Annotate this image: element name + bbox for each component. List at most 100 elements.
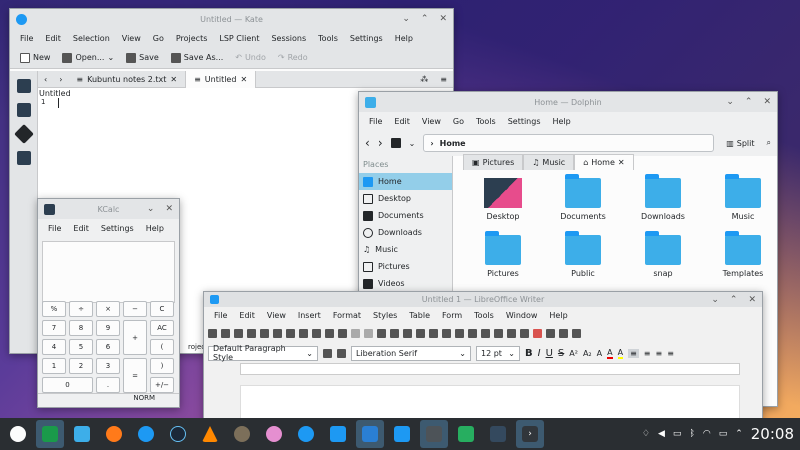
menu-file[interactable]: File xyxy=(42,224,67,233)
menu-help[interactable]: Help xyxy=(547,117,577,126)
menu-window[interactable]: Window xyxy=(500,311,544,320)
redo-button[interactable]: ↷ Redo xyxy=(274,49,312,67)
close-tab-icon[interactable]: ✕ xyxy=(170,75,177,84)
back-icon[interactable]: ‹ xyxy=(365,136,370,150)
paste-icon[interactable] xyxy=(312,329,321,338)
insert-table-icon[interactable] xyxy=(416,329,425,338)
minimize-icon[interactable]: ⌄ xyxy=(711,295,719,305)
italic-icon[interactable]: I xyxy=(538,348,541,359)
task-kcalc[interactable] xyxy=(420,420,448,448)
file-item-downloads[interactable]: Downloads xyxy=(623,174,703,235)
documents-icon[interactable] xyxy=(17,79,31,93)
tab-untitled[interactable]: ≡ Untitled ✕ xyxy=(186,70,257,88)
menu-sessions[interactable]: Sessions xyxy=(265,34,312,43)
search-icon[interactable]: ⌕ xyxy=(767,138,771,148)
place-documents[interactable]: Documents xyxy=(359,207,452,224)
place-pictures[interactable]: Pictures xyxy=(359,258,452,275)
key-close-paren[interactable]: ) xyxy=(150,358,174,374)
task-system-monitor[interactable] xyxy=(36,420,64,448)
document-page[interactable] xyxy=(240,385,740,420)
tab-kubuntu-notes[interactable]: ≡ Kubuntu notes 2.txt ✕ xyxy=(68,70,187,88)
menu-view[interactable]: View xyxy=(416,117,447,126)
open-button[interactable]: Open... ⌄ xyxy=(58,49,118,67)
close-icon[interactable]: ✕ xyxy=(165,204,173,214)
redo-icon[interactable] xyxy=(364,329,373,338)
key-decimal[interactable]: . xyxy=(96,377,120,393)
key-4[interactable]: 4 xyxy=(42,339,66,355)
tab-pictures[interactable]: ▣ Pictures xyxy=(463,154,524,170)
file-item-documents[interactable]: Documents xyxy=(543,174,623,235)
insert-page-break-icon[interactable] xyxy=(468,329,477,338)
task-app-bag[interactable] xyxy=(388,420,416,448)
font-color-icon[interactable]: A xyxy=(607,348,613,359)
strikethrough-icon[interactable]: S xyxy=(558,348,564,359)
menu-file[interactable]: File xyxy=(363,117,388,126)
save-as-button[interactable]: Save As... xyxy=(167,49,227,67)
battery-icon[interactable]: ▭ xyxy=(719,429,728,439)
key-divide[interactable]: ÷ xyxy=(69,301,93,317)
clone-formatting-icon[interactable] xyxy=(325,329,334,338)
place-videos[interactable]: Videos xyxy=(359,275,452,292)
menu-file[interactable]: File xyxy=(208,311,233,320)
key-multiply[interactable]: × xyxy=(96,301,120,317)
menu-tools[interactable]: Tools xyxy=(468,311,500,320)
task-terminal[interactable]: › xyxy=(516,420,544,448)
place-home[interactable]: Home xyxy=(359,173,452,190)
export-pdf-icon[interactable] xyxy=(247,329,256,338)
insert-image-icon[interactable] xyxy=(429,329,438,338)
key-3[interactable]: 3 xyxy=(96,358,120,374)
menu-insert[interactable]: Insert xyxy=(292,311,327,320)
key-percent[interactable]: % xyxy=(42,301,66,317)
application-launcher[interactable] xyxy=(4,420,32,448)
menu-format[interactable]: Format xyxy=(327,311,367,320)
key-open-paren[interactable]: ( xyxy=(150,339,174,355)
file-item-pictures[interactable]: Pictures xyxy=(463,231,543,292)
justify-icon[interactable]: ≡ xyxy=(667,349,674,358)
close-tab-icon[interactable]: ✕ xyxy=(618,158,625,167)
menu-edit[interactable]: Edit xyxy=(233,311,261,320)
file-item-desktop[interactable]: Desktop xyxy=(463,178,543,235)
task-krita[interactable] xyxy=(324,420,352,448)
menu-icon[interactable]: ≡ xyxy=(434,75,453,84)
maximize-icon[interactable]: ⌃ xyxy=(745,97,753,107)
save-icon[interactable] xyxy=(234,329,243,338)
find-replace-icon[interactable] xyxy=(377,329,386,338)
copy-icon[interactable] xyxy=(299,329,308,338)
menu-edit[interactable]: Edit xyxy=(388,117,416,126)
menu-view[interactable]: View xyxy=(261,311,292,320)
close-icon[interactable]: ✕ xyxy=(439,14,447,24)
task-dolphin[interactable] xyxy=(68,420,96,448)
task-kate[interactable] xyxy=(292,420,320,448)
wifi-icon[interactable]: ◠ xyxy=(703,429,711,439)
tab-music[interactable]: ♫ Music xyxy=(523,154,575,170)
task-gimp[interactable] xyxy=(228,420,256,448)
split-button[interactable]: ▥ Split xyxy=(722,134,758,152)
key-8[interactable]: 8 xyxy=(69,320,93,336)
menu-help[interactable]: Help xyxy=(140,224,170,233)
comment-icon[interactable] xyxy=(533,329,542,338)
font-name-select[interactable]: Liberation Serif ⌄ xyxy=(351,345,471,361)
bold-icon[interactable]: B xyxy=(525,348,533,359)
menu-form[interactable]: Form xyxy=(436,311,468,320)
menu-help[interactable]: Help xyxy=(543,311,573,320)
line-icon[interactable] xyxy=(559,329,568,338)
basic-shapes-icon[interactable] xyxy=(572,329,581,338)
notifications-icon[interactable]: ♢ xyxy=(642,429,650,439)
menu-view[interactable]: View xyxy=(116,34,147,43)
insert-field-icon[interactable] xyxy=(481,329,490,338)
new-icon[interactable] xyxy=(208,329,217,338)
key-equals[interactable]: = xyxy=(123,358,147,393)
task-vlc[interactable] xyxy=(196,420,224,448)
back-icon[interactable]: ‹ xyxy=(38,75,53,84)
footnote-icon[interactable] xyxy=(520,329,529,338)
key-6[interactable]: 6 xyxy=(96,339,120,355)
formatting-marks-icon[interactable] xyxy=(403,329,412,338)
minimize-icon[interactable]: ⌄ xyxy=(726,97,734,107)
projects-icon[interactable] xyxy=(17,103,31,117)
symbols-icon[interactable] xyxy=(17,151,31,165)
menu-go[interactable]: Go xyxy=(447,117,470,126)
pin-icon[interactable]: ⁂ xyxy=(414,75,434,84)
subscript-icon[interactable]: A₂ xyxy=(583,349,592,358)
new-style-icon[interactable] xyxy=(337,348,346,358)
menu-selection[interactable]: Selection xyxy=(67,34,116,43)
